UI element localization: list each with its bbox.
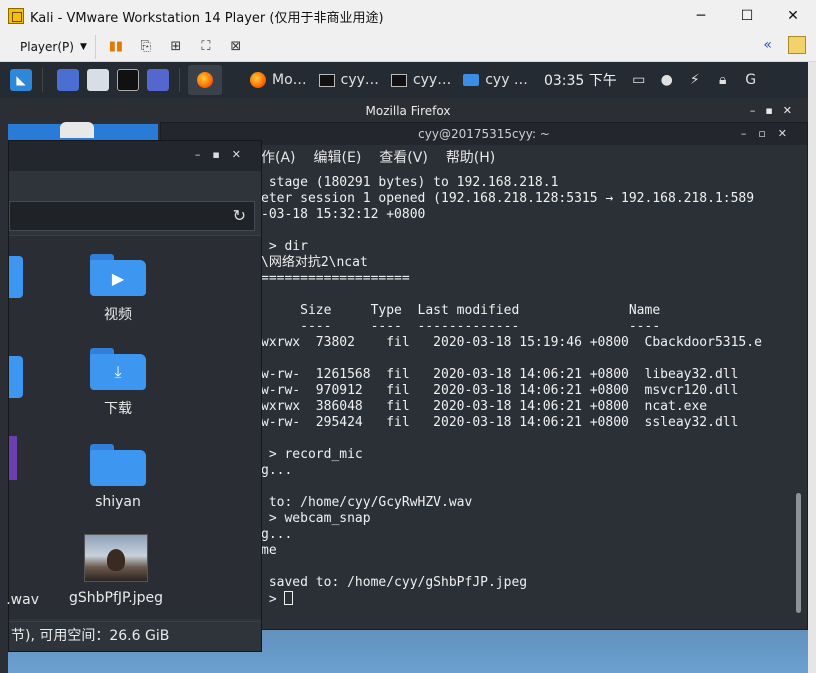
removable-devices-icon[interactable]: ⊞ [166, 37, 186, 57]
download-folder-icon: ⤓ [90, 348, 146, 390]
file-manager-statusbar: 节), 可用空间：26.6 GiB [9, 621, 261, 649]
video-folder-icon: ▶ [90, 254, 146, 296]
notifications-icon[interactable]: ● [659, 72, 675, 88]
taskbar-file-manager[interactable]: cyy … [457, 62, 534, 98]
lock-icon[interactable]: 🔒︎ [715, 72, 731, 88]
file-icon[interactable] [9, 436, 17, 480]
file-item-shiyan[interactable]: shiyan [63, 444, 173, 510]
player-menu-label: Player(P) [20, 39, 74, 54]
task-label: Mo… [272, 72, 307, 88]
menu-item-view[interactable]: 查看(V) [379, 147, 428, 167]
terminal-scrollbar[interactable] [796, 493, 801, 613]
file-item-downloads[interactable]: ⤓ 下载 [63, 348, 173, 418]
terminal-title: cyy@20175315cyy: ~ [418, 127, 550, 141]
menu-item-edit[interactable]: 编辑(E) [314, 147, 362, 167]
folder-icon[interactable] [9, 356, 23, 398]
window-title: Kali - VMware Workstation 14 Player (仅用于… [30, 10, 384, 26]
file-item-label: shiyan [95, 494, 141, 510]
maximize-button[interactable]: ☐ [724, 0, 770, 32]
terminal-icon [390, 73, 407, 87]
menu-item-action[interactable]: 作(A) [261, 147, 296, 167]
kali-menu-icon[interactable]: ◣ [10, 69, 32, 91]
taskbar-terminal-2[interactable]: cyy… [385, 62, 457, 98]
logout-icon[interactable]: G [743, 72, 759, 88]
taskbar-firefox[interactable]: Mo… [244, 62, 313, 98]
firefox-icon [250, 72, 266, 88]
file-manager-icon[interactable] [87, 69, 109, 91]
home-folder-icon [463, 74, 480, 86]
notes-icon[interactable] [788, 36, 806, 54]
vmware-frame-edge [808, 62, 816, 673]
image-thumbnail [84, 534, 148, 582]
file-item-jpeg[interactable]: gShbPfJP.jpeg [61, 534, 171, 606]
pause-icon[interactable]: ▮▮ [106, 37, 126, 57]
workspace-icon[interactable] [57, 69, 79, 91]
power-manager-icon[interactable]: ⚡ [687, 72, 703, 88]
file-item-label: 视频 [104, 307, 132, 323]
collapse-toolbar-icon[interactable]: « [763, 37, 772, 53]
minimize-button[interactable]: ─ [678, 0, 724, 32]
menu-item-help[interactable]: 帮助(H) [446, 147, 495, 167]
firefox-window-controls[interactable]: –▪✕ [750, 100, 802, 122]
task-label: cyy… [412, 72, 452, 88]
send-ctrl-alt-del-icon[interactable]: ⎘ [136, 37, 156, 57]
file-item-videos[interactable]: ▶ 视频 [63, 254, 173, 324]
taskbar-terminal-1[interactable]: cyy… [313, 62, 385, 98]
panel-separator [42, 68, 43, 92]
kali-top-panel: ◣ Mo… cyy… cyy… cyy … 03:35 下午 ▭ ● ⚡ 🔒︎ … [0, 62, 816, 98]
terminal-window-controls[interactable]: –▫✕ [741, 123, 799, 145]
file-item-label: .wav [6, 592, 39, 608]
task-label: cyy … [485, 72, 528, 88]
unity-icon[interactable]: ⊠ [226, 37, 246, 57]
folder-icon [90, 444, 146, 486]
terminal-icon [318, 73, 335, 87]
file-manager-window-controls[interactable]: –▪✕ [195, 148, 253, 161]
reload-icon[interactable]: ↻ [233, 206, 246, 225]
firefox-window-title: Mozilla Firefox [365, 104, 451, 118]
file-grid: ▶ 视频 ⤓ 下载 shiyan gShbPfJP.jpeg .wav [6, 235, 261, 619]
folder-icon[interactable] [9, 256, 23, 298]
fullscreen-icon[interactable]: ⛶ [196, 37, 216, 57]
display-icon[interactable]: ▭ [631, 72, 647, 88]
file-item-label: gShbPfJP.jpeg [68, 590, 164, 606]
panel-separator [179, 68, 180, 92]
chevron-down-icon: ▼ [79, 41, 87, 52]
task-label: cyy… [340, 72, 379, 88]
close-button[interactable]: ✕ [770, 0, 816, 32]
firefox-window-titlebar: Mozilla Firefox –▪✕ [8, 100, 808, 122]
player-menu[interactable]: Player(P) ▼ [12, 34, 96, 59]
vmware-app-icon [8, 8, 24, 24]
screen-recorder-icon[interactable] [147, 69, 169, 91]
file-manager-titlebar: –▪✕ [9, 141, 261, 171]
terminal-icon[interactable] [117, 69, 139, 91]
panel-clock[interactable]: 03:35 下午 [544, 70, 617, 90]
vmware-titlebar: Kali - VMware Workstation 14 Player (仅用于… [0, 0, 816, 32]
terminal-cursor [284, 591, 294, 605]
location-bar[interactable]: ↻ [9, 201, 255, 231]
desktop-left-edge [0, 98, 8, 673]
file-item-label: 下载 [104, 401, 132, 417]
firefox-launcher-icon[interactable] [188, 65, 222, 95]
trash-icon[interactable] [60, 122, 94, 138]
file-manager-window: –▪✕ ↻ ▶ 视频 ⤓ 下载 shiyan gShbPfJP.jpeg .wa… [6, 140, 262, 652]
file-item-wav[interactable]: .wav [0, 592, 39, 608]
vmware-toolbar: Player(P) ▼ ▮▮ ⎘ ⊞ ⛶ ⊠ « [0, 32, 816, 62]
